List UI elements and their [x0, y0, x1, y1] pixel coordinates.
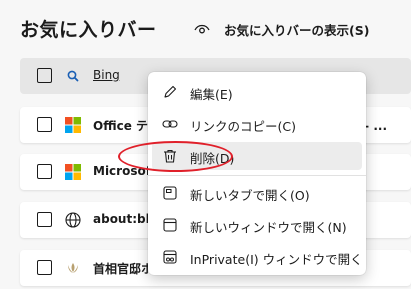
- menu-item-open-inprivate[interactable]: InPrivate(I) ウィンドウで開く: [152, 243, 363, 271]
- favorite-name[interactable]: 首相官邸ホ: [93, 260, 153, 277]
- pencil-icon: [164, 85, 177, 98]
- row-checkbox[interactable]: [37, 117, 52, 132]
- new-tab-icon: [163, 186, 177, 200]
- row-checkbox[interactable]: [37, 260, 52, 275]
- menu-item-label: 編集(E): [190, 87, 233, 102]
- link-icon: [162, 120, 178, 128]
- menu-item-label: 新しいウィンドウで開く(N): [190, 220, 347, 235]
- page-header: お気に入りバー お気に入りバーの表示(S): [0, 0, 411, 56]
- emblem-icon: [68, 263, 78, 273]
- microsoft-logo-icon: [65, 164, 81, 180]
- page-title: お気に入りバー: [20, 19, 157, 41]
- menu-item-label: 新しいタブで開く(O): [190, 188, 310, 203]
- menu-item-open-new-window[interactable]: 新しいウィンドウで開く(N): [152, 211, 362, 239]
- microsoft-logo-icon: [65, 117, 81, 133]
- show-favorites-bar-label: お気に入りバーの表示(S): [224, 22, 370, 38]
- row-checkbox[interactable]: [37, 68, 52, 83]
- favorite-name[interactable]: Bing: [93, 68, 120, 82]
- menu-item-label: リンクのコピー(C): [190, 119, 296, 134]
- inprivate-window-icon: [163, 250, 177, 264]
- row-checkbox[interactable]: [37, 164, 52, 179]
- menu-item-edit[interactable]: 編集(E): [152, 78, 362, 106]
- highlight-annotation: [118, 141, 233, 172]
- menu-item-open-new-tab[interactable]: 新しいタブで開く(O): [152, 179, 362, 207]
- eye-icon: [194, 24, 210, 34]
- row-checkbox[interactable]: [37, 212, 52, 227]
- new-window-icon: [163, 218, 177, 232]
- menu-item-copy-link[interactable]: リンクのコピー(C): [152, 110, 362, 138]
- globe-icon: [65, 212, 81, 228]
- show-favorites-bar-button[interactable]: お気に入りバーの表示(S): [194, 18, 369, 40]
- menu-separator: [148, 175, 366, 176]
- menu-item-label: InPrivate(I) ウィンドウで開く: [190, 252, 363, 267]
- search-icon: [67, 70, 79, 82]
- context-menu: 編集(E) リンクのコピー(C) 削除(D) 新しいタブで開く(O) 新しいウィ…: [148, 72, 366, 275]
